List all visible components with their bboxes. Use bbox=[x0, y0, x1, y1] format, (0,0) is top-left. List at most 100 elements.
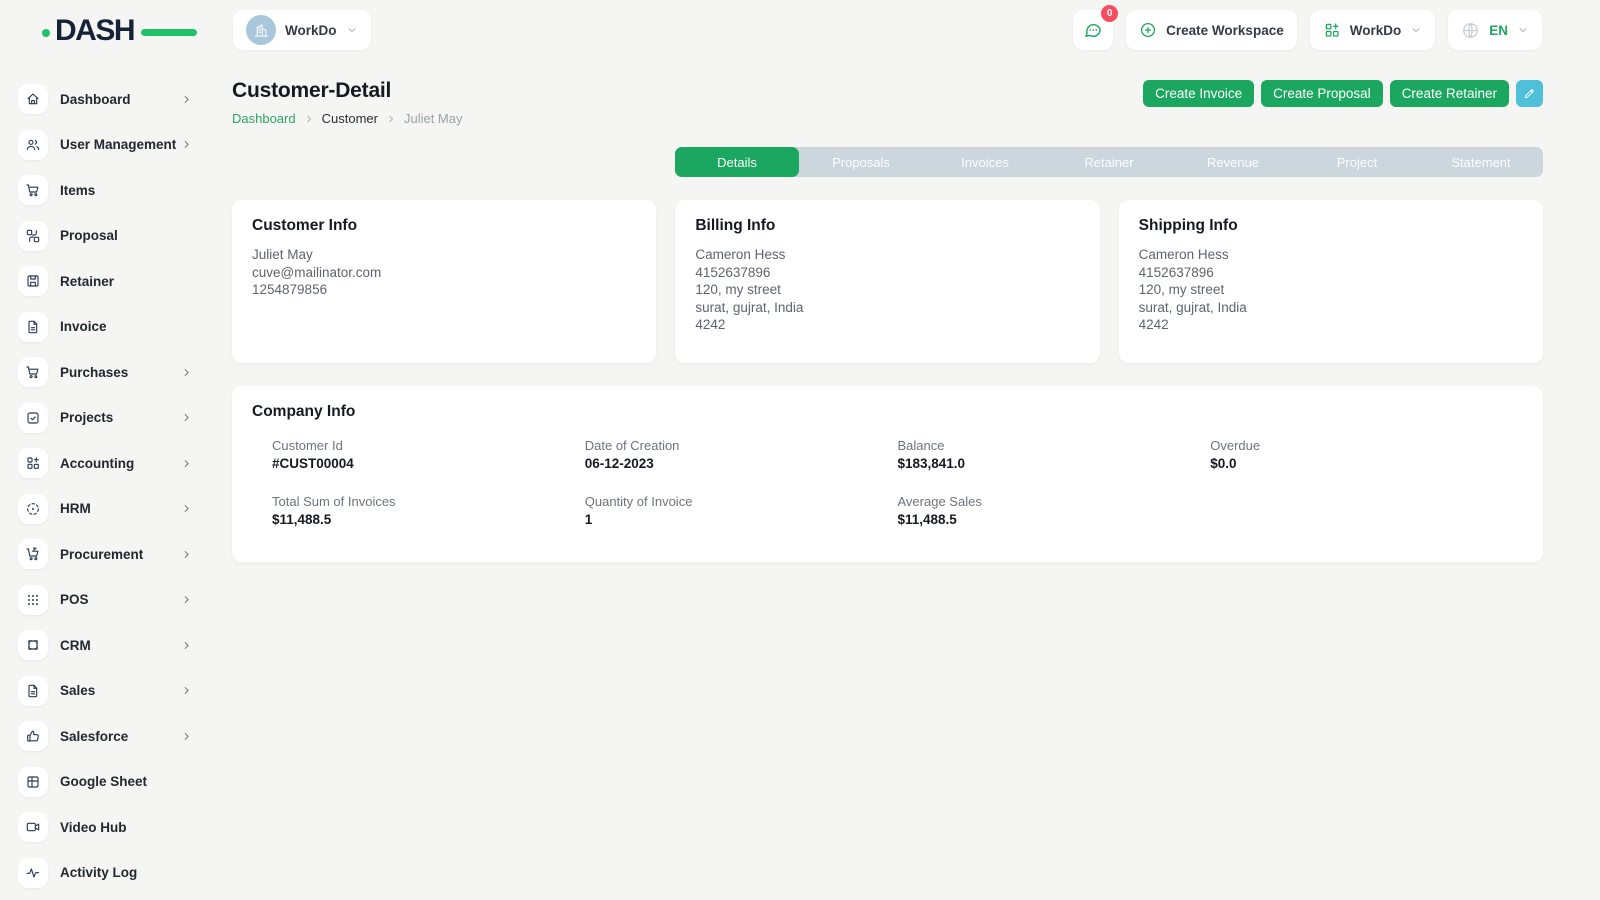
sidebar-item-projects[interactable]: Projects bbox=[0, 403, 212, 433]
tab-proposals[interactable]: Proposals bbox=[799, 147, 923, 177]
sidebar-item-video-hub[interactable]: Video Hub bbox=[0, 812, 212, 842]
sidebar-item-sales[interactable]: Sales bbox=[0, 676, 212, 706]
detail-tabs: Details Proposals Invoices Retainer Reve… bbox=[675, 147, 1543, 177]
messenger-button[interactable]: 0 bbox=[1073, 10, 1113, 50]
chevron-right-icon bbox=[181, 594, 192, 605]
dash-logo[interactable]: DASH bbox=[55, 14, 165, 48]
sidebar-item-label: User Management bbox=[60, 137, 176, 152]
sidebar-item-activity-log[interactable]: Activity Log bbox=[0, 858, 212, 888]
sidebar-item-label: Invoice bbox=[60, 319, 107, 334]
sidebar-item-crm[interactable]: CRM bbox=[0, 630, 212, 660]
sidebar-item-label: Proposal bbox=[60, 228, 118, 243]
field-overdue: Overdue $0.0 bbox=[1210, 438, 1523, 471]
page-header: Customer-Detail Dashboard Customer Julie… bbox=[232, 79, 1543, 126]
create-invoice-button[interactable]: Create Invoice bbox=[1143, 80, 1254, 107]
field-customer-id: Customer Id #CUST00004 bbox=[272, 438, 585, 471]
tab-project[interactable]: Project bbox=[1295, 147, 1419, 177]
tab-details[interactable]: Details bbox=[675, 147, 799, 177]
sidebar-item-purchases[interactable]: Purchases bbox=[0, 357, 212, 387]
sidebar-item-hrm[interactable]: HRM bbox=[0, 494, 212, 524]
billing-zip: 4242 bbox=[695, 316, 1079, 334]
field-label: Overdue bbox=[1210, 438, 1523, 453]
sidebar-item-proposal[interactable]: Proposal bbox=[0, 221, 212, 251]
sidebar-item-items[interactable]: Items bbox=[0, 175, 212, 205]
edit-customer-button[interactable] bbox=[1516, 80, 1543, 107]
breadcrumb: Dashboard Customer Juliet May bbox=[232, 111, 463, 126]
company-fields: Customer Id #CUST00004 Date of Creation … bbox=[252, 438, 1523, 527]
chevron-down-icon bbox=[1517, 24, 1529, 36]
logo-dot bbox=[42, 29, 50, 37]
sidebar-item-user-management[interactable]: User Management bbox=[0, 130, 212, 160]
sidebar-item-invoice[interactable]: Invoice bbox=[0, 312, 212, 342]
field-date-of-creation: Date of Creation 06-12-2023 bbox=[585, 438, 898, 471]
sidebar-item-label: POS bbox=[60, 592, 89, 607]
app-menu-label: WorkDo bbox=[1350, 23, 1402, 38]
chevron-right-icon bbox=[181, 685, 192, 696]
tab-statement[interactable]: Statement bbox=[1419, 147, 1543, 177]
chevron-right-icon bbox=[386, 114, 396, 124]
sidebar-item-procurement[interactable]: Procurement bbox=[0, 539, 212, 569]
billing-street: 120, my street bbox=[695, 281, 1079, 299]
chevron-right-icon bbox=[304, 114, 314, 124]
customer-info-card: Customer Info Juliet May cuve@mailinator… bbox=[232, 200, 656, 363]
billing-city: surat, gujrat, India bbox=[695, 299, 1079, 317]
sidebar-item-pos[interactable]: POS bbox=[0, 585, 212, 615]
sidebar-item-retainer[interactable]: Retainer bbox=[0, 266, 212, 296]
home-icon bbox=[18, 84, 48, 114]
building-icon bbox=[246, 15, 276, 45]
create-workspace-button[interactable]: Create Workspace bbox=[1126, 10, 1297, 50]
chevron-down-icon bbox=[346, 24, 358, 36]
field-value: $0.0 bbox=[1210, 456, 1523, 471]
sidebar-item-google-sheet[interactable]: Google Sheet bbox=[0, 767, 212, 797]
tab-invoices[interactable]: Invoices bbox=[923, 147, 1047, 177]
create-workspace-label: Create Workspace bbox=[1166, 23, 1284, 38]
cart-flag-icon bbox=[18, 539, 48, 569]
chevron-right-icon bbox=[181, 503, 192, 514]
sidebar-item-label: Retainer bbox=[60, 274, 114, 289]
page-title: Customer-Detail bbox=[232, 79, 463, 103]
field-label: Total Sum of Invoices bbox=[272, 494, 585, 509]
sidebar-item-label: Purchases bbox=[60, 365, 128, 380]
sidebar-item-accounting[interactable]: Accounting bbox=[0, 448, 212, 478]
selection-square-icon bbox=[18, 630, 48, 660]
field-value: #CUST00004 bbox=[272, 456, 585, 471]
field-label: Balance bbox=[898, 438, 1211, 453]
sidebar-item-dashboard[interactable]: Dashboard bbox=[0, 84, 212, 114]
sidebar-item-label: CRM bbox=[60, 638, 91, 653]
shipping-street: 120, my street bbox=[1139, 281, 1523, 299]
card-title: Customer Info bbox=[252, 217, 636, 235]
tab-revenue[interactable]: Revenue bbox=[1171, 147, 1295, 177]
chevron-right-icon bbox=[181, 367, 192, 378]
grid-plus-icon bbox=[18, 448, 48, 478]
field-label: Date of Creation bbox=[585, 438, 898, 453]
checkbox-icon bbox=[18, 403, 48, 433]
globe-icon bbox=[1461, 21, 1480, 40]
dashed-circle-icon bbox=[18, 494, 48, 524]
sidebar-item-label: Accounting bbox=[60, 456, 134, 471]
tab-retainer[interactable]: Retainer bbox=[1047, 147, 1171, 177]
field-average-sales: Average Sales $11,488.5 bbox=[898, 494, 1211, 527]
sidebar-item-salesforce[interactable]: Salesforce bbox=[0, 721, 212, 751]
create-retainer-button[interactable]: Create Retainer bbox=[1390, 80, 1509, 107]
field-value: $11,488.5 bbox=[898, 512, 1211, 527]
sidebar-item-label: Activity Log bbox=[60, 865, 137, 880]
chat-bubble-icon bbox=[1083, 20, 1103, 40]
billing-phone: 4152637896 bbox=[695, 264, 1079, 282]
field-value: 1 bbox=[585, 512, 898, 527]
topbar-right: 0 Create Workspace WorkDo EN bbox=[1073, 10, 1542, 50]
sidebar-item-label: Items bbox=[60, 183, 95, 198]
chevron-right-icon bbox=[181, 731, 192, 742]
sidebar-item-label: Salesforce bbox=[60, 729, 128, 744]
customer-phone: 1254879856 bbox=[252, 281, 636, 299]
language-selector[interactable]: EN bbox=[1448, 10, 1542, 50]
app-menu-workdo[interactable]: WorkDo bbox=[1310, 10, 1436, 50]
chevron-right-icon bbox=[181, 412, 192, 423]
sidebar-item-label: Dashboard bbox=[60, 92, 131, 107]
create-proposal-button[interactable]: Create Proposal bbox=[1261, 80, 1383, 107]
chevron-right-icon bbox=[181, 139, 192, 150]
workspace-selector[interactable]: WorkDo bbox=[233, 10, 371, 50]
chevron-down-icon bbox=[1410, 24, 1422, 36]
breadcrumb-item-customer[interactable]: Customer bbox=[322, 111, 378, 126]
customer-email: cuve@mailinator.com bbox=[252, 264, 636, 282]
breadcrumb-link-dashboard[interactable]: Dashboard bbox=[232, 111, 296, 126]
